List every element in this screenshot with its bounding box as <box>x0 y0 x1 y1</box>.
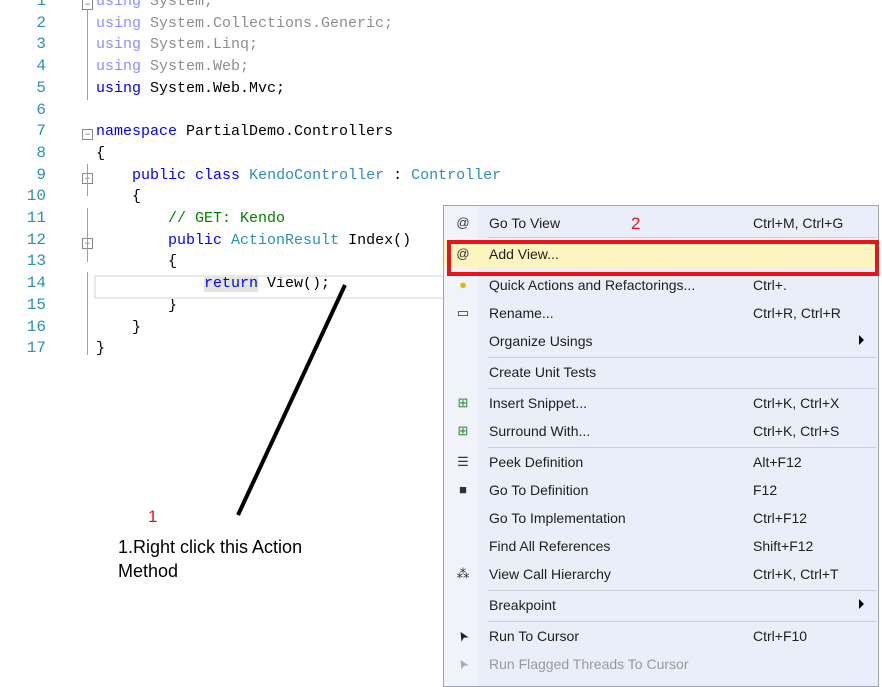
instruction-note: 1.Right click this Action Method <box>118 537 303 581</box>
step-2-label: 2 <box>631 214 641 233</box>
step-1-label: 1 <box>148 507 158 526</box>
pointer-line <box>236 284 347 516</box>
